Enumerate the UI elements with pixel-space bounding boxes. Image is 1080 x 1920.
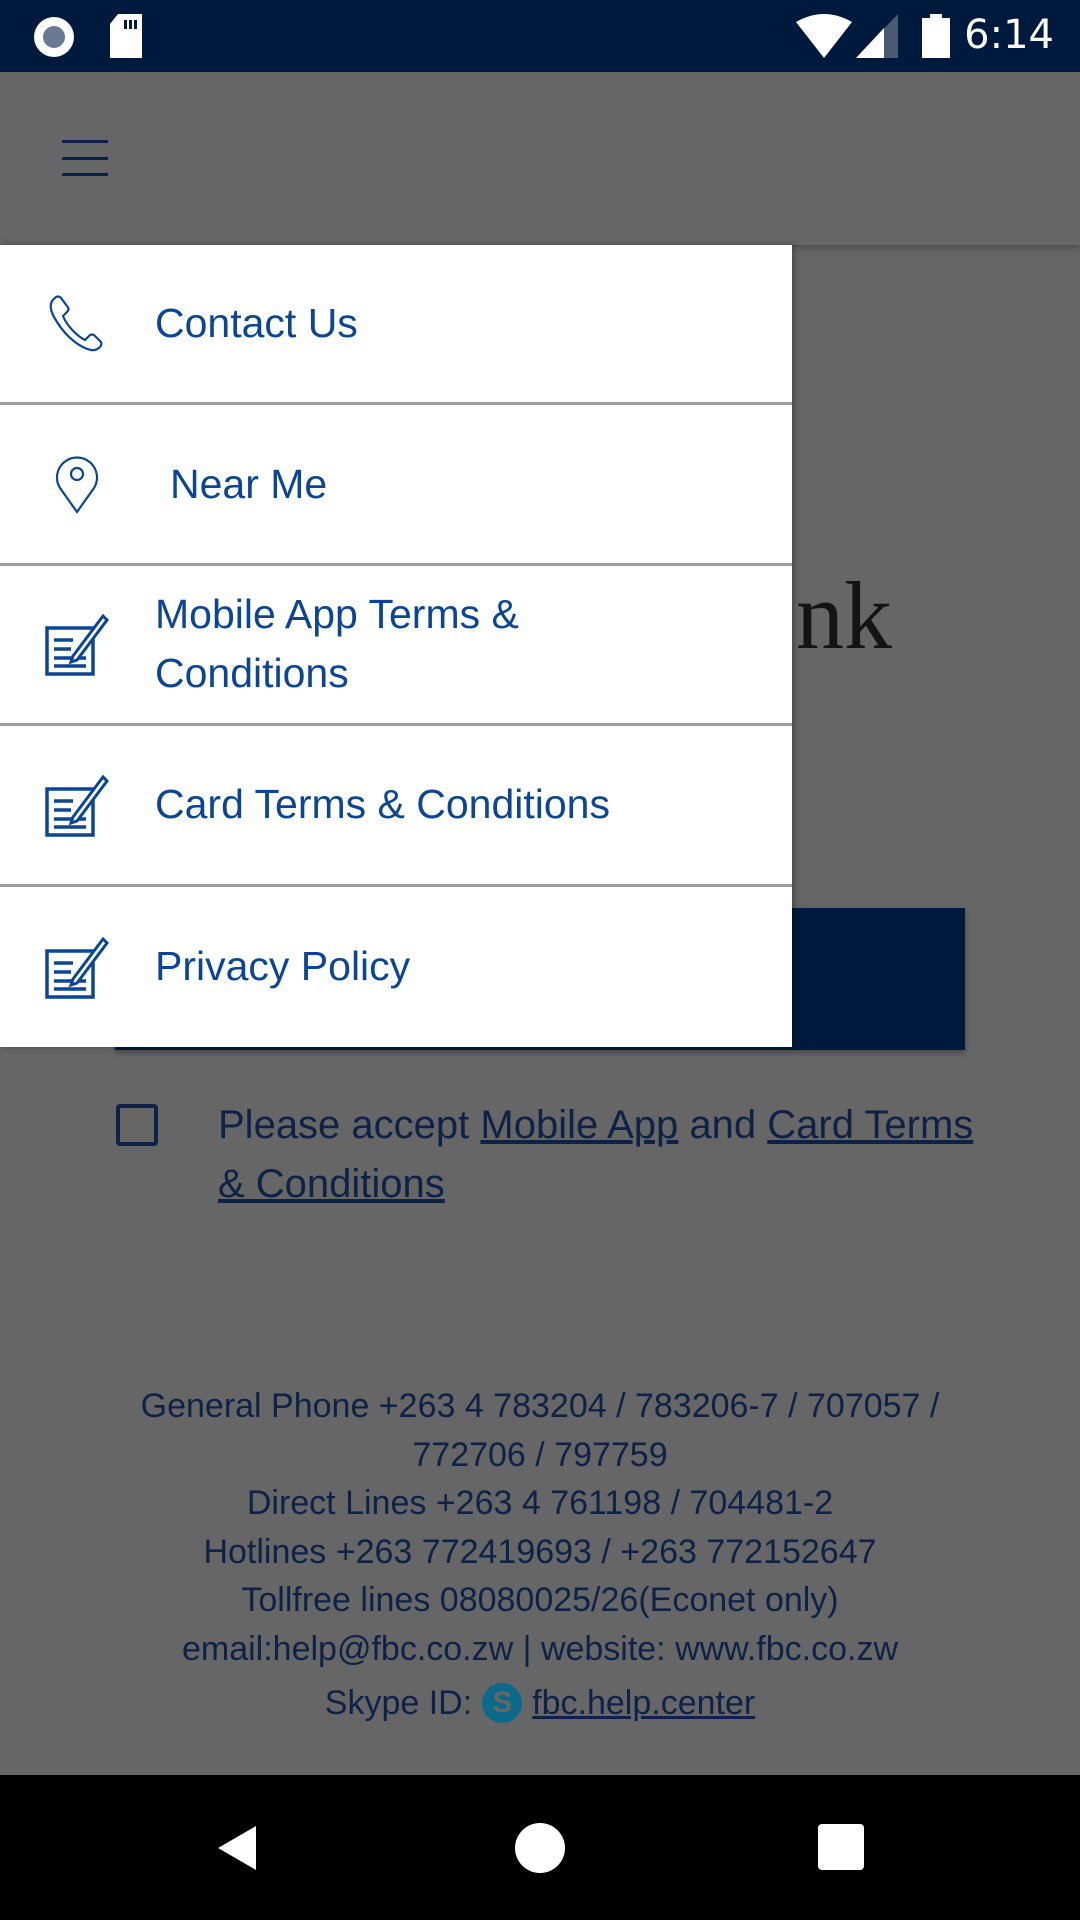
tollfree-line: Tollfree lines 08080025/26(Econet only)	[241, 1581, 839, 1619]
clock: 6:14	[964, 12, 1054, 58]
direct-lines-line: Direct Lines +263 4 761198 / 704481-2	[246, 1484, 834, 1522]
location-pin-icon	[42, 449, 112, 519]
general-phone-line: General Phone +263 4 783204 / 783206-7 /…	[140, 1387, 940, 1474]
signal-icon	[856, 14, 898, 58]
skype-label: Skype ID:	[324, 1684, 473, 1722]
mobile-app-terms-link[interactable]: Mobile App	[480, 1103, 678, 1147]
skype-icon: S	[482, 1683, 523, 1724]
toolbar	[0, 72, 1080, 245]
drawer-item-mobile-app-terms[interactable]: Mobile App Terms & Conditions	[0, 566, 792, 727]
battery-icon	[922, 14, 950, 58]
document-edit-icon	[42, 932, 112, 1002]
accept-mid: and	[678, 1103, 768, 1147]
drawer-item-privacy-policy[interactable]: Privacy Policy	[0, 887, 792, 1047]
accept-terms-checkbox[interactable]	[116, 1104, 158, 1146]
system-navigation-bar	[0, 1775, 1080, 1920]
skype-row: Skype ID: S fbc.help.center	[0, 1679, 1080, 1728]
status-bar: 6:14	[0, 0, 1080, 72]
page-title-fragment: nk	[796, 562, 892, 669]
recents-icon[interactable]	[814, 1820, 870, 1876]
document-edit-icon	[42, 609, 112, 679]
accept-prefix: Please accept	[218, 1103, 481, 1147]
hotlines-line: Hotlines +263 772419693 / +263 772152647	[203, 1532, 877, 1571]
accept-terms-text: Please accept Mobile App and Card Terms …	[218, 1096, 978, 1214]
email-website-line[interactable]: email:help@fbc.co.zw | website: www.fbc.…	[0, 1625, 1080, 1674]
drawer-item-label: Mobile App Terms & Conditions	[155, 591, 519, 697]
drawer-item-card-terms[interactable]: Card Terms & Conditions	[0, 726, 792, 887]
document-edit-icon	[42, 770, 112, 840]
wifi-icon	[796, 14, 852, 58]
phone-icon	[42, 289, 112, 359]
hamburger-icon[interactable]	[62, 140, 108, 176]
drawer-item-label: Card Terms & Conditions	[155, 781, 610, 828]
drawer-item-label: Contact Us	[155, 300, 358, 347]
contact-footer: General Phone +263 4 783204 / 783206-7 /…	[0, 1382, 1080, 1728]
back-icon[interactable]	[212, 1820, 268, 1876]
home-icon[interactable]	[512, 1820, 568, 1876]
sd-card-icon	[110, 14, 142, 58]
navigation-drawer: Contact Us Near Me Mobile App Terms & Co…	[0, 245, 792, 1047]
drawer-item-near-me[interactable]: Near Me	[0, 405, 792, 566]
drawer-item-label: Near Me	[170, 460, 328, 507]
drawer-item-contact-us[interactable]: Contact Us	[0, 245, 792, 406]
camera-record-icon	[34, 17, 74, 57]
skype-id-link[interactable]: fbc.help.center	[532, 1679, 755, 1728]
drawer-item-label: Privacy Policy	[155, 943, 411, 990]
